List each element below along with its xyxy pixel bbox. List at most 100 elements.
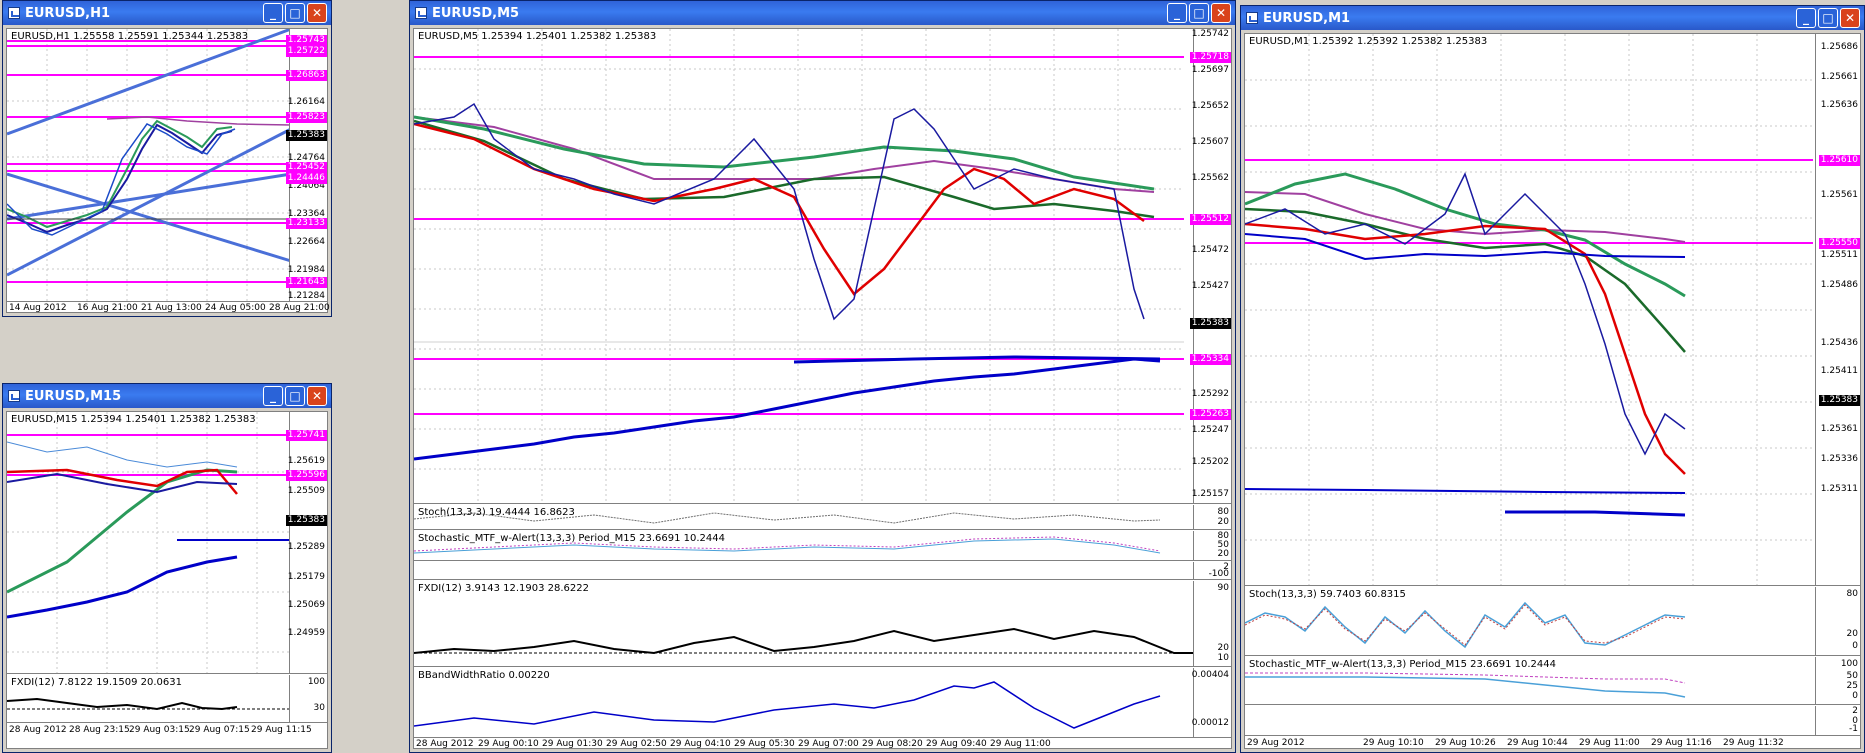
chart-header: EURUSD,H1 1.25558 1.25591 1.25344 1.2538… — [11, 31, 249, 42]
price-pane[interactable]: EURUSD,M5 1.25394 1.25401 1.25382 1.2538… — [414, 29, 1231, 504]
current-price-tag: 1.25383 — [1818, 395, 1860, 406]
indicator-header: FXDI(12) 3.9143 12.1903 28.6222 — [418, 583, 590, 594]
indicator-header: Stochastic_MTF_w-Alert(13,3,3) Period_M1… — [418, 533, 726, 544]
price-label: 1.25411 — [1820, 366, 1858, 376]
maximize-button[interactable]: □ — [1818, 8, 1838, 28]
chart-area[interactable]: EURUSD,M1 1.25392 1.25392 1.25382 1.2538… — [1244, 33, 1861, 749]
time-label: 29 Aug 07:00 — [798, 739, 859, 749]
time-label: 29 Aug 10:10 — [1363, 738, 1424, 748]
level-tag: 1.25722 — [285, 46, 327, 57]
time-label: 29 Aug 05:30 — [734, 739, 795, 749]
time-label: 14 Aug 2012 — [9, 303, 67, 313]
scale-label: 0 — [1852, 691, 1858, 701]
fxdi-pane[interactable]: FXDI(12) 7.8122 19.1509 20.0631 100 30 — [7, 675, 327, 723]
time-axis: 28 Aug 2012 29 Aug 00:10 29 Aug 01:30 29… — [414, 739, 1231, 753]
current-price-tag: 1.25383 — [285, 515, 327, 526]
maximize-button[interactable]: □ — [285, 386, 305, 406]
time-label: 29 Aug 10:26 — [1435, 738, 1496, 748]
scale-label: 100 — [1840, 659, 1858, 669]
level-tag: 1.25452 — [285, 162, 327, 173]
price-pane[interactable]: EURUSD,H1 1.25558 1.25591 1.25344 1.2538… — [7, 29, 327, 302]
chart-area[interactable]: EURUSD,H1 1.25558 1.25591 1.25344 1.2538… — [6, 28, 330, 313]
stoch-mtf-pane[interactable]: Stochastic_MTF_w-Alert(13,3,3) Period_M1… — [414, 531, 1231, 561]
chart-window-icon — [1246, 12, 1258, 24]
level-tag: 1.26863 — [285, 70, 327, 81]
indicator-scale: 80 20 0 — [1815, 587, 1860, 655]
level-tag: 1.24446 — [285, 173, 327, 184]
scale-label: 2 — [1852, 706, 1858, 716]
stoch-pane[interactable]: Stoch(13,3,3) 19.4444 16.8623 80 20 — [414, 505, 1231, 530]
window-titlebar[interactable]: EURUSD,M5 _ □ ✕ — [410, 1, 1235, 25]
time-label: 28 Aug 23:15 — [69, 725, 130, 735]
scale-label: 100 — [307, 677, 325, 687]
price-scale[interactable]: 1.25742 1.25697 1.25652 1.25607 1.25562 … — [1189, 29, 1231, 503]
maximize-button[interactable]: □ — [1189, 3, 1209, 23]
time-label: 29 Aug 11:32 — [1723, 738, 1784, 748]
stoch-mtf-pane[interactable]: Stochastic_MTF_w-Alert(13,3,3) Period_M1… — [1245, 657, 1860, 705]
minimize-button[interactable]: _ — [1167, 3, 1187, 23]
level-tag: 1.25823 — [285, 112, 327, 123]
price-label: 1.25511 — [1820, 250, 1858, 260]
chart-header: EURUSD,M15 1.25394 1.25401 1.25382 1.253… — [11, 414, 256, 425]
extra-pane[interactable]: 2 0 -1 — [1245, 706, 1860, 736]
price-pane[interactable]: EURUSD,M15 1.25394 1.25401 1.25382 1.253… — [7, 412, 327, 674]
maximize-button[interactable]: □ — [285, 3, 305, 23]
bbwidth-pane[interactable]: BBandWidthRatio 0.00220 0.00404 0.00012 — [414, 668, 1231, 738]
time-label: 29 Aug 11:00 — [990, 739, 1051, 749]
scale-label: 80 — [1846, 589, 1858, 599]
minimize-button[interactable]: _ — [1796, 8, 1816, 28]
indicator-scale: 100 30 — [289, 675, 327, 722]
indicator-scale: 2 0 -1 — [1815, 706, 1860, 735]
time-label: 24 Aug 05:00 — [205, 303, 266, 313]
level-tag: 1.25741 — [285, 430, 327, 441]
fxdi-pane[interactable]: FXDI(12) 3.9143 12.1903 28.6222 90 20 10 — [414, 581, 1231, 667]
stoch-pane[interactable]: Stoch(13,3,3) 59.7403 60.8315 80 20 0 — [1245, 587, 1860, 656]
indicator-scale: 80 50 20 — [1193, 531, 1231, 560]
time-axis: 14 Aug 2012 16 Aug 21:00 21 Aug 13:00 24… — [7, 303, 330, 317]
close-button[interactable]: ✕ — [1211, 3, 1231, 23]
indicator-scale: 80 20 — [1193, 505, 1231, 529]
price-label: 1.25619 — [287, 456, 325, 466]
time-label: 29 Aug 04:10 — [670, 739, 731, 749]
price-pane[interactable]: EURUSD,M1 1.25392 1.25392 1.25382 1.2538… — [1245, 34, 1860, 586]
time-label: 29 Aug 10:44 — [1507, 738, 1568, 748]
close-button[interactable]: ✕ — [307, 3, 327, 23]
price-scale[interactable]: 1.26164 1.24764 1.24064 1.23364 1.22664 … — [285, 29, 327, 301]
window-titlebar[interactable]: EURUSD,M1 _ □ ✕ — [1241, 6, 1864, 30]
window-eurusd-m5[interactable]: EURUSD,M5 _ □ ✕ EURUSD,M5 1.25394 1.2540… — [409, 0, 1236, 753]
level-tag: 1.25610 — [1818, 155, 1860, 166]
window-eurusd-m1[interactable]: EURUSD,M1 _ □ ✕ EURUSD,M1 1.25392 1.2539… — [1240, 5, 1865, 753]
extra-pane[interactable]: 2 -100 — [414, 562, 1231, 580]
chart-header: EURUSD,M5 1.25394 1.25401 1.25382 1.2538… — [418, 31, 657, 42]
price-label: 1.25436 — [1820, 338, 1858, 348]
price-label: 1.25607 — [1191, 137, 1229, 147]
indicator-scale: 90 20 10 — [1193, 581, 1231, 666]
minimize-button[interactable]: _ — [263, 386, 283, 406]
level-tag: 1.21643 — [285, 277, 327, 288]
price-label: 1.25561 — [1820, 190, 1858, 200]
price-label: 1.21284 — [287, 291, 325, 301]
price-scale[interactable]: 1.25619 1.25509 1.25289 1.25179 1.25069 … — [285, 412, 327, 673]
chart-area[interactable]: EURUSD,M15 1.25394 1.25401 1.25382 1.253… — [6, 411, 328, 749]
price-label: 1.25472 — [1191, 245, 1229, 255]
price-label: 1.25336 — [1820, 454, 1858, 464]
indicator-header: Stoch(13,3,3) 19.4444 16.8623 — [418, 507, 575, 518]
window-eurusd-h1[interactable]: EURUSD,H1 _ □ ✕ EURUSD,H1 1.25558 1.2559… — [2, 0, 332, 317]
price-label: 1.25427 — [1191, 281, 1229, 291]
indicator-scale: 0.00404 0.00012 — [1192, 668, 1231, 737]
close-button[interactable]: ✕ — [307, 386, 327, 406]
chart-area[interactable]: EURUSD,M5 1.25394 1.25401 1.25382 1.2538… — [413, 28, 1232, 749]
price-label: 1.25697 — [1191, 65, 1229, 75]
window-titlebar[interactable]: EURUSD,M15 _ □ ✕ — [3, 384, 331, 408]
price-label: 1.25289 — [287, 542, 325, 552]
price-scale[interactable]: 1.25686 1.25661 1.25636 1.25586 1.25561 … — [1815, 34, 1860, 585]
window-eurusd-m15[interactable]: EURUSD,M15 _ □ ✕ EURUSD,M15 1.25394 1.25… — [2, 383, 332, 753]
minimize-button[interactable]: _ — [263, 3, 283, 23]
current-price-tag: 1.25383 — [285, 130, 327, 141]
close-button[interactable]: ✕ — [1840, 8, 1860, 28]
price-label: 1.25562 — [1191, 173, 1229, 183]
time-label: 29 Aug 11:16 — [1651, 738, 1712, 748]
level-tag: 1.25550 — [1818, 238, 1860, 249]
time-label: 29 Aug 07:15 — [189, 725, 250, 735]
window-titlebar[interactable]: EURUSD,H1 _ □ ✕ — [3, 1, 331, 25]
